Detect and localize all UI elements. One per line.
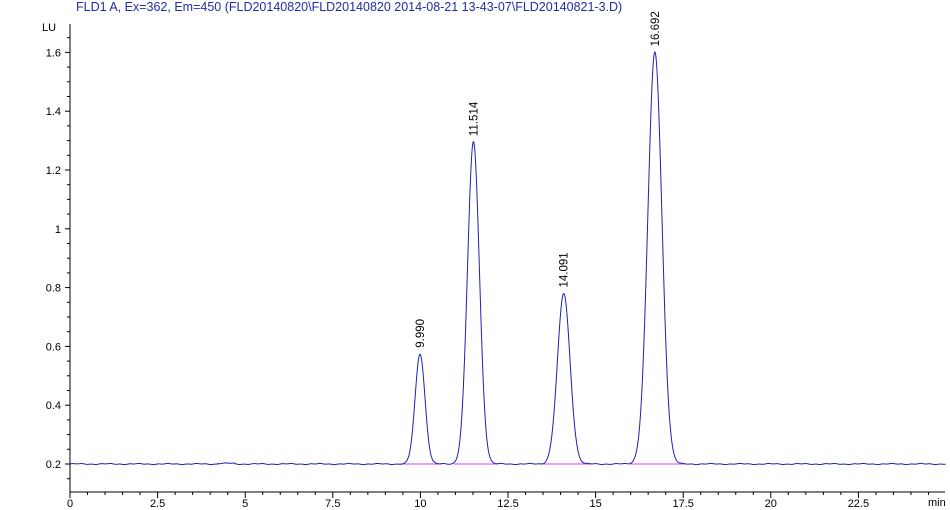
y-ticks: 0.2 0.4 0.6 0.8 1 1.2 1.4 1.6	[46, 37, 70, 480]
axes	[69, 24, 945, 493]
y-tick-label: 0.8	[46, 283, 61, 295]
y-tick-label: 1.2	[46, 165, 61, 177]
x-ticks: 0 2.5 5 7.5 10 12.5 15 17.5 20 22.5	[67, 492, 929, 510]
peak-label: 14.091	[559, 252, 571, 287]
chromatogram-trace	[69, 51, 946, 466]
y-tick-label: 0.4	[46, 400, 61, 412]
y-tick-label: 0.6	[46, 341, 61, 353]
x-tick-label: 12.5	[497, 498, 518, 510]
peak-label: 11.514	[468, 101, 480, 136]
y-tick-label: 0.2	[46, 459, 61, 471]
peak-label: 9.990	[415, 319, 427, 348]
x-axis-unit-label: min	[928, 497, 946, 509]
y-tick-label: 1.6	[46, 47, 61, 59]
y-tick-label: 1	[55, 224, 61, 236]
y-tick-label: 1.4	[46, 106, 61, 118]
peak-labels: 9.990 11.514 14.091 16.692	[415, 11, 662, 348]
x-tick-label: 17.5	[672, 498, 693, 510]
x-tick-label: 5	[242, 498, 248, 510]
x-tick-label: 22.5	[848, 498, 869, 510]
x-tick-label: 10	[414, 498, 426, 510]
x-tick-label: 20	[765, 498, 777, 510]
x-tick-label: 0	[67, 498, 73, 510]
y-axis-unit-label: LU	[42, 22, 56, 34]
x-tick-label: 7.5	[325, 498, 340, 510]
x-tick-label: 2.5	[150, 498, 165, 510]
peak-label: 16.692	[650, 11, 662, 46]
chromatogram-plot: 0.2 0.4 0.6 0.8 1 1.2 1.4 1.6 0 2.5 5 7.5 10 12.5 15 1…	[42, 11, 946, 510]
x-tick-label: 15	[589, 498, 601, 510]
